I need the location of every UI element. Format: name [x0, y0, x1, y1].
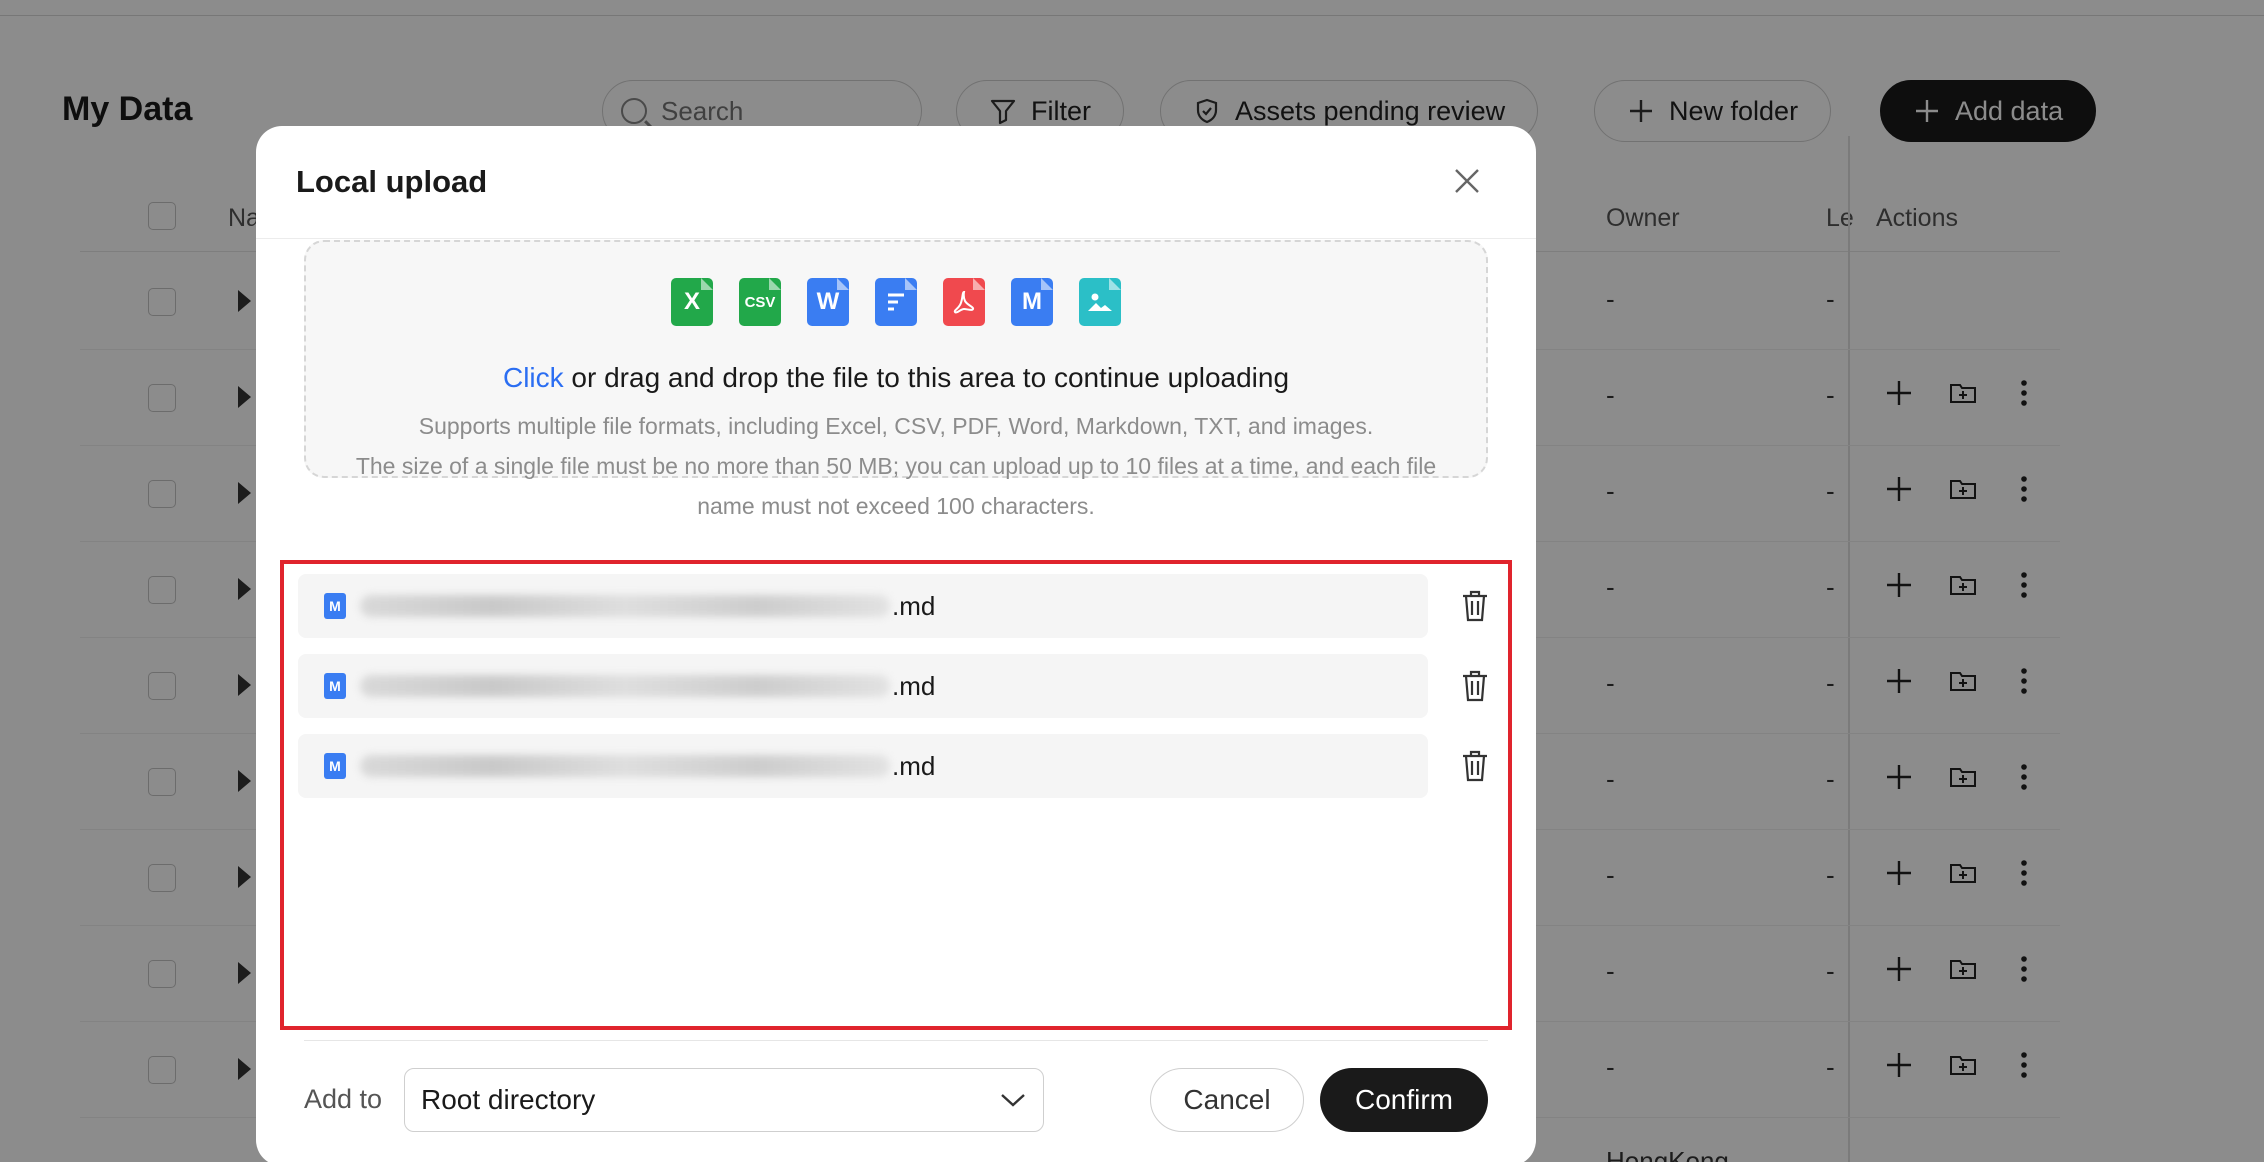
- click-to-upload-link[interactable]: Click: [503, 362, 564, 393]
- destination-select[interactable]: Root directory: [404, 1068, 1044, 1132]
- excel-file-icon: X: [671, 278, 713, 326]
- limits-hint-line2: name must not exceed 100 characters.: [697, 493, 1095, 519]
- delete-file-icon[interactable]: [1460, 589, 1490, 623]
- file-extension: .md: [892, 750, 936, 781]
- word-file-icon: W: [807, 278, 849, 326]
- markdown-file-icon: M: [324, 593, 346, 619]
- markdown-file-icon: M: [324, 753, 346, 779]
- markdown-file-icon: M: [324, 673, 346, 699]
- limits-hint-line1: The size of a single file must be no mor…: [355, 453, 1437, 479]
- file-extension: .md: [892, 670, 936, 701]
- destination-value: Root directory: [421, 1084, 596, 1115]
- markdown-file-icon: M: [1011, 278, 1053, 326]
- pdf-file-icon: [943, 278, 985, 326]
- txt-file-icon: [875, 278, 917, 326]
- uploaded-file-list: M .md M .md M .md: [280, 560, 1512, 1030]
- local-upload-dialog: Local upload X CSV W M Click or drag and…: [256, 126, 1536, 1162]
- chevron-down-icon: [1001, 1094, 1025, 1107]
- upload-dropzone[interactable]: X CSV W M Click or drag and drop the fil…: [304, 240, 1488, 519]
- file-item: M .md: [298, 654, 1428, 718]
- delete-file-icon[interactable]: [1460, 749, 1490, 783]
- footer-divider: [304, 1040, 1488, 1041]
- delete-file-icon[interactable]: [1460, 669, 1490, 703]
- redacted-filename: [360, 755, 890, 777]
- add-to-label: Add to: [304, 1084, 383, 1114]
- upload-instruction-text: or drag and drop the file to this area t…: [563, 362, 1290, 393]
- dialog-title: Local upload: [296, 164, 488, 199]
- file-item: M .md: [298, 734, 1428, 798]
- csv-file-icon: CSV: [739, 278, 781, 326]
- upload-instruction: Click or drag and drop the file to this …: [306, 362, 1486, 394]
- redacted-filename: [360, 595, 890, 617]
- file-extension: .md: [892, 590, 936, 621]
- cancel-button[interactable]: Cancel: [1150, 1068, 1304, 1132]
- close-icon[interactable]: [1450, 164, 1484, 198]
- supported-file-icons: X CSV W M: [306, 278, 1486, 326]
- file-item: M .md: [298, 574, 1428, 638]
- confirm-button[interactable]: Confirm: [1320, 1068, 1488, 1132]
- redacted-filename: [360, 675, 890, 697]
- formats-hint: Supports multiple file formats, includin…: [418, 413, 1374, 439]
- image-file-icon: [1079, 278, 1121, 326]
- header-divider: [256, 238, 1536, 239]
